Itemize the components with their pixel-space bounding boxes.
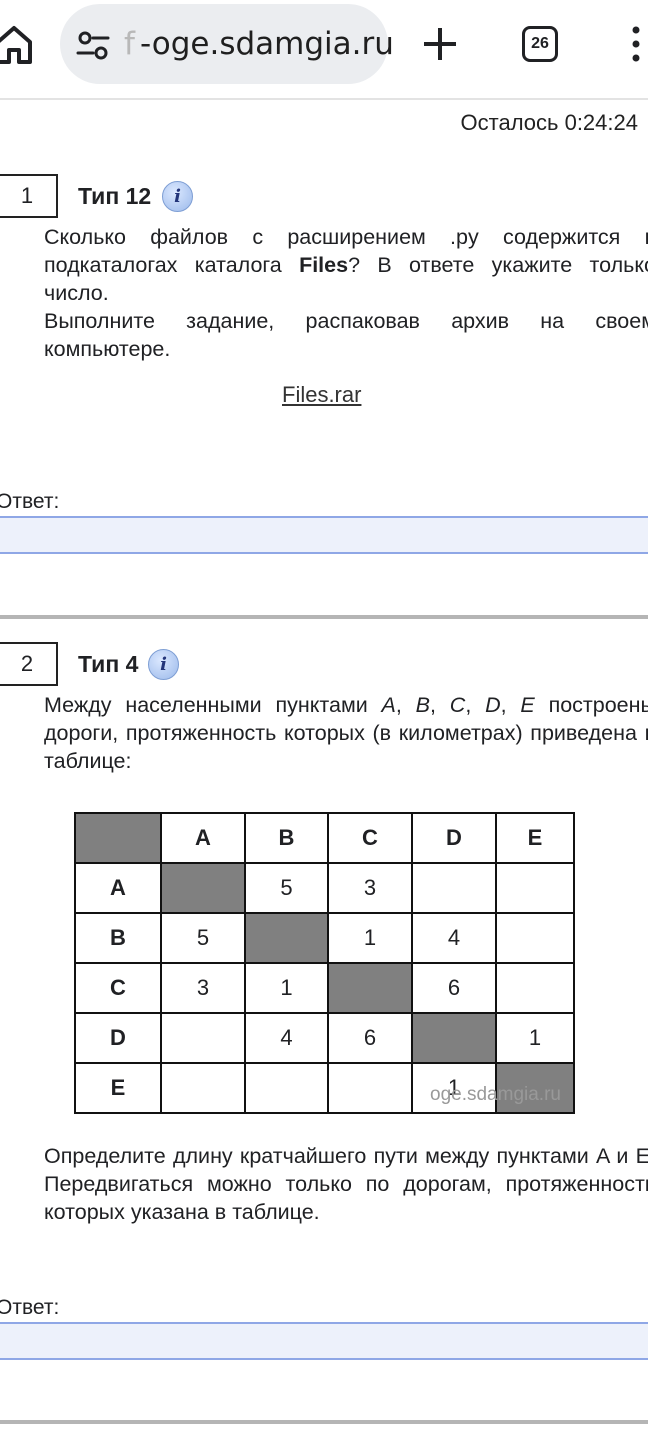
task-number: 1 <box>20 183 34 208</box>
folder-name: Files <box>299 253 349 277</box>
new-tab-plus-icon[interactable] <box>420 24 460 64</box>
attachment-link[interactable]: Files.rar <box>282 382 361 408</box>
table-cell: 4 <box>244 1012 329 1064</box>
task-divider <box>0 615 648 619</box>
more-menu-icon[interactable] <box>626 24 646 64</box>
task-instruction: Выполните задание, распаковав архив на с… <box>44 309 648 361</box>
table-cell: 3 <box>160 962 246 1014</box>
task-divider <box>0 1420 648 1424</box>
info-icon[interactable]: i <box>148 649 179 680</box>
table-cell: 6 <box>327 1012 413 1064</box>
table-row-label: B <box>74 912 162 964</box>
answer-input[interactable] <box>0 516 648 554</box>
table-row-label: E <box>74 1062 162 1114</box>
table-header-cell: C <box>327 812 413 864</box>
table-cell <box>327 962 413 1014</box>
table-cell <box>327 1062 413 1114</box>
browser-toolbar: f -oge.sdamgia.ru 26 <box>0 0 648 100</box>
table-cell <box>160 1062 246 1114</box>
table-cell <box>495 862 575 914</box>
table-row: A 5 3 <box>74 862 575 914</box>
table-header-cell: B <box>244 812 329 864</box>
distance-table: A B C D E A 5 3 B 5 1 4 C 3 1 6 D 4 6 1 … <box>74 812 575 1114</box>
table-cell: 5 <box>160 912 246 964</box>
table-cell <box>244 1062 329 1114</box>
table-cell <box>495 962 575 1014</box>
table-cell <box>160 1012 246 1064</box>
table-cell: 1 <box>495 1012 575 1064</box>
table-row: D 4 6 1 <box>74 1012 575 1064</box>
tab-count: 26 <box>531 35 549 52</box>
task-number-box: 2 <box>0 642 58 686</box>
task-number: 2 <box>20 651 34 676</box>
table-cell: 5 <box>244 862 329 914</box>
task-question: Между населенными пунктами A, B, C, D, E… <box>44 693 648 773</box>
address-bar[interactable]: f -oge.sdamgia.ru <box>60 4 394 84</box>
table-header-cell: E <box>495 812 575 864</box>
task-type-label: Тип 12 <box>78 183 152 209</box>
site-settings-icon[interactable] <box>76 28 110 62</box>
table-row-label: C <box>74 962 162 1014</box>
table-cell: 1 <box>327 912 413 964</box>
url-text: -oge.sdamgia.ru <box>140 26 394 62</box>
task-question: Сколько файлов с расширением .py содержи… <box>0 223 648 363</box>
table-corner-cell <box>74 812 162 864</box>
table-cell: 4 <box>411 912 497 964</box>
table-cell <box>495 912 575 964</box>
table-row: C 3 1 6 <box>74 962 575 1014</box>
tab-switcher-button[interactable]: 26 <box>522 26 558 62</box>
table-header-cell: D <box>411 812 497 864</box>
info-icon[interactable]: i <box>162 181 193 212</box>
table-header-cell: A <box>160 812 246 864</box>
answer-input[interactable] <box>0 1322 648 1360</box>
table-cell <box>411 1012 497 1064</box>
table-row-label: A <box>74 862 162 914</box>
home-icon[interactable] <box>0 20 36 68</box>
task-type-label: Тип 4 <box>78 651 139 677</box>
table-cell: 1 <box>244 962 329 1014</box>
table-cell <box>244 912 329 964</box>
table-cell: 6 <box>411 962 497 1014</box>
url-prefix: f <box>124 26 135 62</box>
table-cell <box>160 862 246 914</box>
table-cell: 3 <box>327 862 413 914</box>
answer-label: Ответ: <box>0 1296 60 1319</box>
task-number-box: 1 <box>0 174 58 218</box>
table-cell <box>411 862 497 914</box>
answer-label: Ответ: <box>0 490 60 513</box>
table-header-row: A B C D E <box>74 812 575 864</box>
watermark: oge.sdamgia.ru <box>430 1084 561 1105</box>
time-remaining: Осталось 0:24:24 <box>460 110 638 135</box>
table-row-label: D <box>74 1012 162 1064</box>
task-followup: Определите длину кратчайшего пути между … <box>44 1144 648 1224</box>
table-row: B 5 1 4 <box>74 912 575 964</box>
